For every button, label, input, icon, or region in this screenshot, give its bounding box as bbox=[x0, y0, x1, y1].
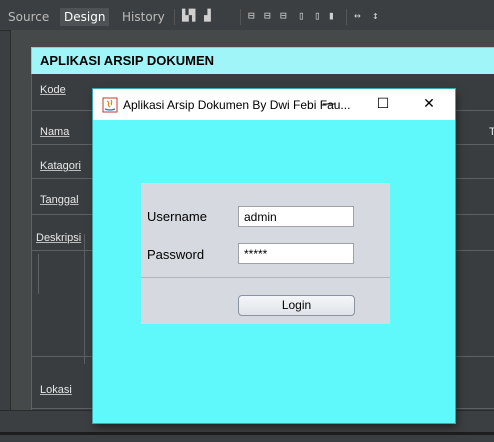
label-katagori: Katagori bbox=[40, 160, 81, 172]
label-nama: Nama bbox=[40, 126, 70, 138]
label-kode: Kode bbox=[40, 84, 66, 96]
align-top-icon[interactable]: ▯ bbox=[298, 10, 305, 22]
horizontal-resize-icon[interactable]: ↔ bbox=[354, 10, 361, 22]
tab-history[interactable]: History bbox=[118, 8, 169, 26]
label-lokasi: Lokasi bbox=[40, 384, 72, 396]
login-button[interactable]: Login bbox=[238, 295, 355, 316]
toolbar-separator bbox=[174, 9, 175, 25]
tab-source[interactable]: Source bbox=[4, 8, 53, 26]
username-label: Username bbox=[147, 209, 207, 224]
toolbar-separator bbox=[346, 9, 347, 25]
login-panel: Username Password Login bbox=[141, 183, 390, 324]
maximize-button[interactable]: ☐ bbox=[365, 89, 401, 120]
form-header: APLIKASI ARSIP DOKUMEN bbox=[31, 47, 494, 74]
align-left-icon[interactable]: ⊟ bbox=[248, 10, 255, 22]
close-button[interactable]: ✕ bbox=[411, 89, 447, 120]
java-app-icon bbox=[102, 97, 118, 113]
label-edge-fragment: T bbox=[489, 126, 494, 138]
align-bottom-icon[interactable]: ▯ bbox=[314, 10, 321, 22]
guide-line bbox=[84, 234, 85, 364]
login-dialog: Aplikasi Arsip Dokumen By Dwi Febi Fau..… bbox=[93, 89, 455, 423]
dialog-titlebar[interactable]: Aplikasi Arsip Dokumen By Dwi Febi Fau..… bbox=[93, 89, 455, 120]
preview-design-icon[interactable]: ▟ bbox=[204, 10, 211, 22]
selection-mode-icon[interactable]: ▙▜ bbox=[182, 10, 195, 22]
panel-divider bbox=[141, 277, 390, 278]
minimize-button[interactable]: — bbox=[311, 89, 347, 120]
label-deskripsi: Deskripsi bbox=[36, 232, 82, 244]
password-label: Password bbox=[147, 247, 205, 262]
align-center-icon[interactable]: ⊟ bbox=[264, 10, 271, 22]
align-right-icon[interactable]: ⊟ bbox=[280, 10, 287, 22]
username-input[interactable] bbox=[238, 206, 354, 227]
toolbar-separator bbox=[240, 9, 241, 25]
vertical-resize-icon[interactable]: ↕ bbox=[372, 10, 379, 22]
password-input[interactable] bbox=[238, 243, 354, 264]
form-title: APLIKASI ARSIP DOKUMEN bbox=[40, 53, 215, 68]
label-tanggal: Tanggal bbox=[40, 194, 79, 206]
tab-design[interactable]: Design bbox=[60, 8, 110, 26]
align-baseline-icon[interactable]: ▮ bbox=[328, 10, 335, 22]
ide-bottom-divider bbox=[0, 432, 494, 435]
ide-toolbar: Source Design History ▙▜ ▟ ⊟ ⊟ ⊟ ▯ ▯ ▮ ↔… bbox=[0, 0, 494, 31]
guide-line bbox=[38, 254, 39, 294]
